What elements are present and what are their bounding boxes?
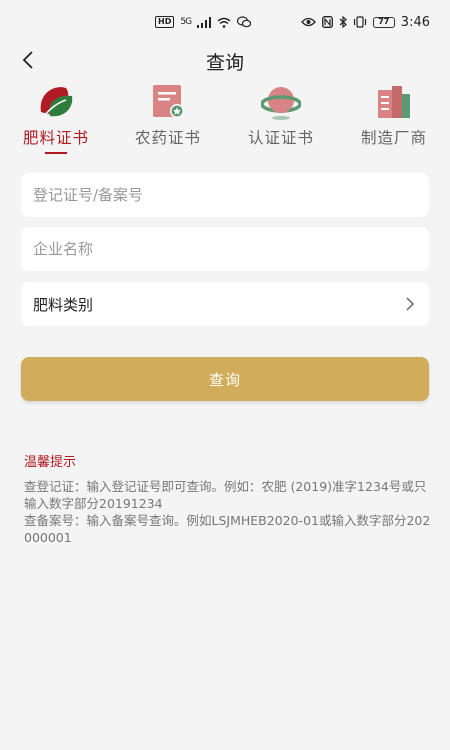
bluetooth-icon: [339, 16, 347, 28]
vibrate-icon: [353, 16, 366, 28]
nfc-icon: [321, 16, 333, 28]
registration-number-input[interactable]: [33, 186, 417, 204]
nav-bar: 查询: [0, 44, 450, 78]
category-select-label: 肥料类别: [33, 295, 94, 314]
fertilizer-category-select[interactable]: 肥料类别: [21, 282, 429, 326]
wifi-icon: [217, 17, 231, 28]
tab-label: 认证证书: [247, 129, 314, 147]
tab-authentication-certificate[interactable]: 认证证书: [225, 80, 337, 158]
registration-number-field[interactable]: [21, 173, 429, 217]
signal-bars-icon: [197, 16, 212, 28]
wechat-icon: [237, 16, 252, 28]
certificate-icon: [153, 85, 184, 118]
status-right: 77 3:46: [300, 14, 430, 30]
tips-title: 温馨提示: [24, 455, 77, 470]
active-tab-indicator: [45, 152, 67, 154]
status-left: HD 5G: [155, 16, 252, 28]
tab-pesticide-certificate[interactable]: 农药证书: [112, 80, 224, 158]
company-name-field[interactable]: [21, 227, 429, 271]
globe-ring-icon: [261, 87, 301, 120]
query-button[interactable]: 查询: [21, 357, 429, 401]
tab-fertilizer-certificate[interactable]: 肥料证书: [0, 80, 112, 158]
category-tabs: 肥料证书 农药证书 认证证书 制造厂商: [0, 80, 450, 158]
battery-icon: 77: [372, 16, 395, 28]
clock-time: 3:46: [400, 14, 430, 30]
status-bar: HD 5G 77 3:46: [0, 0, 450, 44]
tab-manufacturer[interactable]: 制造厂商: [338, 80, 450, 158]
page-title: 查询: [205, 52, 244, 74]
fertilizer-leaf-icon: [40, 87, 73, 117]
tab-label: 肥料证书: [22, 129, 89, 147]
hd-badge: HD: [155, 16, 175, 28]
company-name-input[interactable]: [33, 240, 417, 258]
tab-label: 农药证书: [134, 129, 201, 147]
chevron-right-icon: [406, 297, 415, 311]
buildings-icon: [378, 86, 410, 118]
tips-body: 查登记证：输入登记证号即可查询。例如：农肥 (2019)准字1234号或只输入数…: [24, 479, 431, 545]
eye-icon: [300, 17, 316, 27]
signal-label: 5G: [180, 17, 192, 27]
tab-label: 制造厂商: [360, 129, 427, 147]
